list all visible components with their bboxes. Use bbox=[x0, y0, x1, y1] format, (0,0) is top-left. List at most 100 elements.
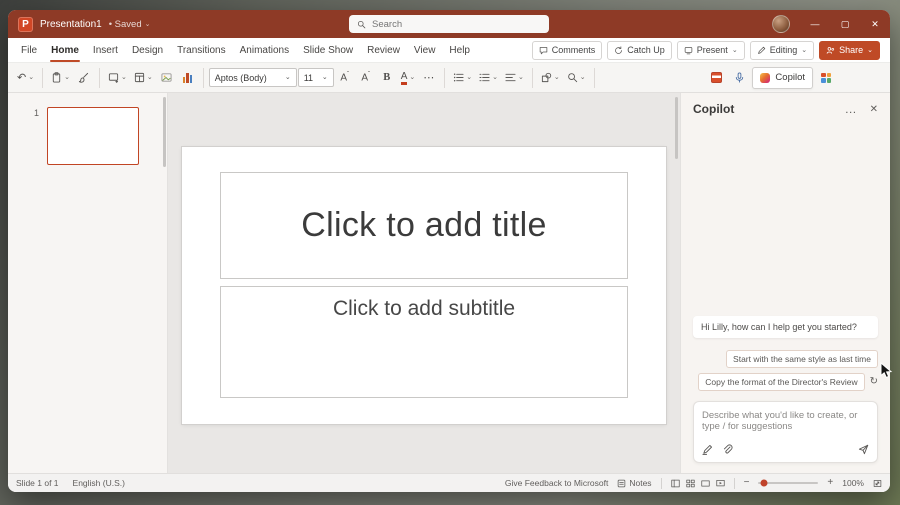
copilot-button-label: Copilot bbox=[775, 72, 805, 83]
title-bar-left: P Presentation1 • Saved⌄ bbox=[18, 17, 151, 32]
layout-icon bbox=[134, 72, 145, 83]
search-input[interactable] bbox=[372, 19, 541, 30]
subtitle-placeholder[interactable]: Click to add subtitle bbox=[220, 286, 628, 398]
chart-button[interactable] bbox=[178, 67, 198, 89]
menu-transitions[interactable]: Transitions bbox=[170, 38, 233, 62]
menu-home[interactable]: Home bbox=[44, 38, 86, 62]
find-button[interactable]: ⌄ bbox=[564, 67, 589, 89]
attachment-icon[interactable] bbox=[722, 444, 733, 455]
add-ins-button[interactable] bbox=[706, 67, 726, 89]
ribbon-copilot-button[interactable]: Copilot bbox=[752, 67, 813, 89]
font-name-select[interactable]: Aptos (Body) ⌄ bbox=[209, 68, 297, 87]
menu-help[interactable]: Help bbox=[442, 38, 477, 62]
designer-button[interactable] bbox=[816, 67, 836, 89]
copilot-more-icon[interactable]: … bbox=[845, 102, 858, 116]
menu-review[interactable]: Review bbox=[360, 38, 407, 62]
menu-slide-show[interactable]: Slide Show bbox=[296, 38, 360, 62]
bold-button[interactable]: B bbox=[377, 67, 397, 89]
align-button[interactable]: ⌄ bbox=[502, 67, 527, 89]
subtitle-placeholder-text: Click to add subtitle bbox=[333, 297, 515, 321]
menu-file[interactable]: File bbox=[14, 38, 44, 62]
minimize-button[interactable]: — bbox=[800, 10, 830, 38]
document-title[interactable]: Presentation1 bbox=[40, 19, 102, 30]
suggestion-chip-1[interactable]: Start with the same style as last time bbox=[726, 350, 878, 368]
zoom-slider[interactable] bbox=[758, 482, 818, 484]
powerpoint-logo-icon[interactable]: P bbox=[18, 17, 33, 32]
catch-up-button[interactable]: Catch Up bbox=[607, 41, 672, 60]
send-icon[interactable] bbox=[858, 444, 869, 455]
user-avatar[interactable] bbox=[772, 15, 790, 33]
more-font-options-button[interactable]: ⋯ bbox=[419, 67, 439, 89]
comments-button[interactable]: Comments bbox=[532, 41, 603, 60]
search-box[interactable] bbox=[349, 15, 549, 33]
title-placeholder[interactable]: Click to add title bbox=[220, 172, 628, 279]
zoom-in-button[interactable]: + bbox=[827, 478, 833, 488]
slide-thumbnail[interactable] bbox=[47, 107, 139, 165]
slide-canvas[interactable]: Click to add title Click to add subtitle bbox=[182, 147, 666, 424]
grow-font-button[interactable]: Aˆ bbox=[335, 67, 355, 89]
shapes-arrange-button[interactable]: ⌄ bbox=[538, 67, 563, 89]
refresh-suggestions-icon[interactable]: ↻ bbox=[870, 377, 878, 387]
share-button[interactable]: Share ⌄ bbox=[819, 41, 880, 60]
grow-mark: ˆ bbox=[347, 72, 349, 78]
slideshow-view-icon[interactable] bbox=[716, 479, 725, 488]
paste-button[interactable]: ⌄ bbox=[48, 67, 73, 89]
separator bbox=[203, 68, 204, 88]
pencil-icon bbox=[757, 46, 766, 55]
zoom-level[interactable]: 100% bbox=[842, 478, 864, 488]
autosave-status[interactable]: • Saved⌄ bbox=[109, 19, 151, 30]
copilot-greeting-text: Hi Lilly, how can I help get you started… bbox=[701, 322, 857, 332]
add-ins-icon bbox=[711, 72, 722, 83]
chevron-down-icon: ⌄ bbox=[801, 47, 807, 54]
font-color-button[interactable]: A ⌄ bbox=[398, 67, 419, 89]
undo-button[interactable]: ↶⌄ bbox=[14, 67, 37, 89]
editing-mode-button[interactable]: Editing ⌄ bbox=[750, 41, 814, 60]
undo-icon: ↶ bbox=[17, 71, 26, 84]
copilot-prompt-input[interactable] bbox=[702, 410, 869, 437]
menu-view[interactable]: View bbox=[407, 38, 443, 62]
slide-count[interactable]: Slide 1 of 1 bbox=[16, 478, 59, 488]
fit-to-window-icon[interactable] bbox=[873, 479, 882, 488]
prompt-pen-icon[interactable] bbox=[702, 444, 713, 455]
dictate-button[interactable] bbox=[729, 67, 749, 89]
shapes-icon bbox=[541, 72, 552, 83]
numbering-button[interactable]: ⌄ bbox=[476, 67, 501, 89]
editor-scrollbar[interactable] bbox=[675, 97, 678, 159]
picture-button[interactable] bbox=[157, 67, 177, 89]
new-slide-button[interactable]: ⌄ bbox=[105, 67, 130, 89]
zoom-slider-thumb[interactable] bbox=[761, 480, 768, 487]
notes-button[interactable]: Notes bbox=[617, 478, 651, 488]
chevron-down-icon: ⌄ bbox=[554, 74, 560, 81]
language-status[interactable]: English (U.S.) bbox=[73, 478, 125, 488]
thumbnail-scrollbar[interactable] bbox=[163, 97, 166, 167]
reading-view-icon[interactable] bbox=[701, 479, 710, 488]
ribbon-right-group: Copilot bbox=[706, 67, 836, 89]
chart-icon bbox=[183, 72, 193, 83]
zoom-out-button[interactable]: − bbox=[744, 478, 750, 488]
close-button[interactable]: ✕ bbox=[860, 10, 890, 38]
menu-insert[interactable]: Insert bbox=[86, 38, 125, 62]
copilot-prompt-box[interactable] bbox=[693, 401, 878, 463]
menu-design[interactable]: Design bbox=[125, 38, 170, 62]
align-icon bbox=[505, 72, 516, 83]
ribbon-toolbar: ↶⌄ ⌄ ⌄ ⌄ Aptos (Body) ⌄ 11 bbox=[8, 63, 890, 93]
bullets-button[interactable]: ⌄ bbox=[450, 67, 475, 89]
powerpoint-window: P Presentation1 • Saved⌄ — ▢ ✕ File Home… bbox=[8, 10, 890, 492]
feedback-link[interactable]: Give Feedback to Microsoft bbox=[505, 478, 608, 488]
suggestion-chip-2[interactable]: Copy the format of the Director's Review bbox=[698, 373, 864, 391]
copilot-close-icon[interactable]: ✕ bbox=[870, 104, 878, 115]
font-size-select[interactable]: 11 ⌄ bbox=[298, 68, 334, 87]
shrink-font-button[interactable]: Aˇ bbox=[356, 67, 376, 89]
slide-sorter-view-icon[interactable] bbox=[686, 479, 695, 488]
separator bbox=[99, 68, 100, 88]
menu-animations[interactable]: Animations bbox=[233, 38, 296, 62]
present-icon bbox=[684, 46, 693, 55]
layout-button[interactable]: ⌄ bbox=[131, 67, 156, 89]
notes-icon bbox=[617, 479, 626, 488]
format-painter-button[interactable] bbox=[74, 67, 94, 89]
chevron-down-icon: ⌄ bbox=[466, 74, 472, 81]
present-button[interactable]: Present ⌄ bbox=[677, 41, 745, 60]
editing-label: Editing bbox=[770, 45, 798, 55]
maximize-button[interactable]: ▢ bbox=[830, 10, 860, 38]
normal-view-icon[interactable] bbox=[671, 479, 680, 488]
